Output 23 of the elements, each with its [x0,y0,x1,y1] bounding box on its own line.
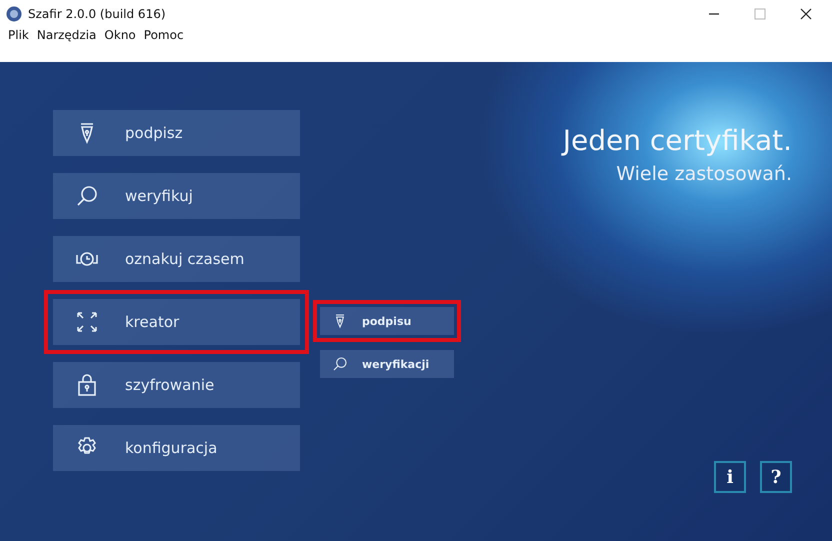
menu-button[interactable]: podpisz [53,110,300,156]
subheadline: Wiele zastosowań. [616,163,792,185]
app-globe-icon [6,6,22,22]
menu-button[interactable]: weryfikuj [53,173,300,219]
menu-button[interactable]: konfiguracja [53,425,300,471]
menu-item[interactable]: Pomoc [144,28,184,42]
menu-button[interactable]: szyfrowanie [53,362,300,408]
menu-item[interactable]: Narzędzia [36,28,96,42]
headline: Jeden certyfikat. [562,124,792,157]
window-title: Szafir 2.0.0 (build 616) [28,7,166,21]
menu-item[interactable]: Okno [104,28,136,42]
expand-arrows-icon [75,310,99,334]
submenu-button[interactable]: podpisu [320,307,454,335]
menu-item[interactable]: Plik [8,28,29,42]
submenu-button[interactable]: weryfikacji [320,350,454,378]
search-icon [75,184,99,208]
search-icon [332,356,348,372]
menu-button[interactable]: kreator [53,299,300,345]
close-icon[interactable] [800,8,812,20]
help-button[interactable]: i [714,461,746,493]
menu-button[interactable]: oznakuj czasem [53,236,300,282]
padlock-icon [75,373,99,397]
help-button[interactable]: ? [760,461,792,493]
